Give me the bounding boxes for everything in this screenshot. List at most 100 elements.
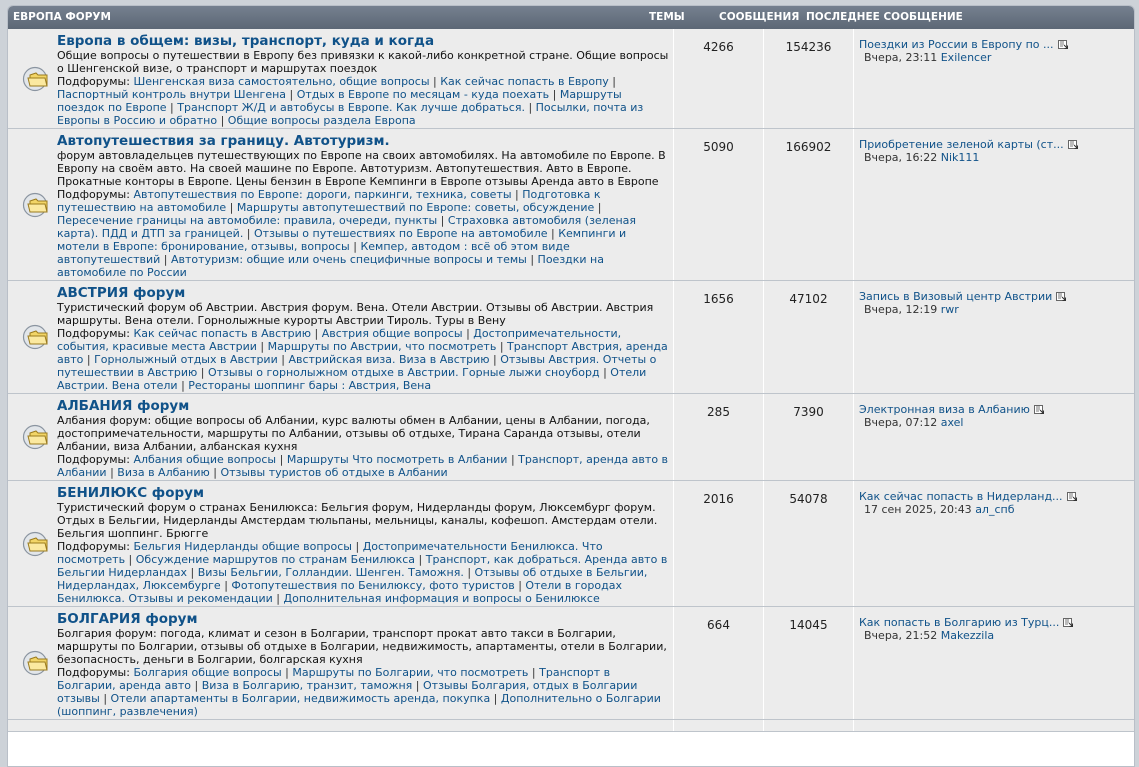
subforums-list: Подфорумы: Бельгия Нидерланды общие вопр… [57, 540, 669, 605]
subforum-link[interactable]: Автотуризм: общие или очень специфичные … [171, 253, 527, 266]
subforum-link[interactable]: Отзывы туристов об отдыхе в Албании [220, 466, 447, 479]
forum-row: Европа в общем: визы, транспорт, куда и … [8, 29, 1134, 129]
subforum-separator: | [311, 327, 322, 340]
forum-description: форум автовладельцев путешествующих по Е… [57, 149, 666, 188]
last-post-title-link[interactable]: Как попасть в Болгарию из Турц... [859, 616, 1059, 629]
subforum-link[interactable]: Дополнительная информация и вопросы о Бе… [284, 592, 600, 605]
subforum-link[interactable]: Как сейчас попасть в Европу [440, 75, 609, 88]
subforum-separator: | [514, 579, 526, 592]
forum-row: АЛБАНИЯ форум Албания форум: общие вопро… [8, 394, 1134, 481]
subforum-link[interactable]: Рестораны шоппинг бары : Австрия, Вена [188, 379, 431, 392]
topics-count-cell: 4266 [674, 29, 764, 128]
subforum-link[interactable]: Пересечение границы на автомобиле: прави… [57, 214, 437, 227]
posts-count: 7390 [793, 405, 824, 419]
last-post-author-link[interactable]: rwr [941, 303, 959, 316]
subforum-link[interactable]: Отзывы о горнолыжном отдыхе в Австрии. Г… [208, 366, 600, 379]
subforum-link[interactable]: Шенгенская виза самостоятельно, общие во… [133, 75, 429, 88]
subforum-link[interactable]: Болгария общие вопросы [133, 666, 281, 679]
subforums-label: Подфорумы: [57, 540, 130, 553]
goto-last-post-icon[interactable] [1063, 618, 1074, 627]
last-post-title-link[interactable]: Приобретение зеленой карты (ст... [859, 138, 1064, 151]
forum-info-cell: БЕНИЛЮКС форум Туристический форум о стр… [8, 481, 674, 606]
subforum-link[interactable]: Автопутешествия по Европе: дороги, парки… [133, 188, 511, 201]
subforum-separator: | [191, 679, 202, 692]
subforum-link[interactable]: Албания общие вопросы [133, 453, 276, 466]
subforum-separator: | [83, 353, 95, 366]
posts-count: 47102 [789, 292, 828, 306]
forum-title-link[interactable]: БОЛГАРИЯ форум [57, 612, 669, 627]
last-post-time: Вчера, 16:22 [864, 151, 938, 164]
forum-folder-icon [22, 650, 48, 676]
subforum-link[interactable]: Отзывы о путешествиях по Европе на автом… [254, 227, 547, 240]
subforum-separator: | [272, 592, 284, 605]
subforum-link[interactable]: Бельгия Нидерланды общие вопросы [133, 540, 352, 553]
subforum-link[interactable]: Общие вопросы раздела Европа [228, 114, 416, 127]
last-post-meta: Вчера, 16:22 Nik111 [859, 151, 1130, 165]
goto-last-post-icon[interactable] [1033, 405, 1044, 414]
subforum-link[interactable]: Визы Бельгии, Голландии. Шенген. Таможня… [198, 566, 464, 579]
subforum-link[interactable]: Виза в Болгарию, транзит, таможня [202, 679, 413, 692]
last-post-title-link[interactable]: Запись в Визовый центр Австрии [859, 290, 1052, 303]
subforum-link[interactable]: Как сейчас попасть в Австрию [133, 327, 311, 340]
subforum-link[interactable]: Обсуждение маршрутов по странам Бенилюкс… [136, 553, 415, 566]
subforum-link[interactable]: Фотопутешествия по Бенилюксу, фото турис… [231, 579, 514, 592]
subforum-link[interactable]: Виза в Албанию [117, 466, 209, 479]
last-post-author-link[interactable]: Exilencer [941, 51, 992, 64]
subforum-separator: | [125, 553, 136, 566]
subforum-separator: | [462, 327, 474, 340]
subforum-link[interactable]: Маршруты по Австрии, что посмотреть [268, 340, 497, 353]
last-post-author-link[interactable]: Makezzila [941, 629, 994, 642]
forum-title-link[interactable]: Европа в общем: визы, транспорт, куда и … [57, 34, 669, 49]
subforum-link[interactable]: Австрия общие вопросы [322, 327, 463, 340]
category-header: ЕВРОПА ФОРУМ ТЕМЫ СООБЩЕНИЯ ПОСЛЕДНЕЕ СО… [8, 6, 1134, 29]
category-title[interactable]: ЕВРОПА ФОРУМ [13, 6, 111, 29]
goto-last-post-icon[interactable] [1066, 492, 1077, 501]
subforum-link[interactable]: Маршруты Что посмотреть в Албании [287, 453, 508, 466]
forum-description: Туристический форум о странах Бенилюкса:… [57, 501, 658, 540]
posts-count: 14045 [789, 618, 828, 632]
last-post-cell [854, 720, 1134, 731]
subforum-link[interactable]: Горнолыжный отдых в Австрии [94, 353, 278, 366]
last-post-line: Как попасть в Болгарию из Турц... [859, 616, 1130, 629]
forum-info-cell [8, 720, 674, 731]
goto-last-post-icon[interactable] [1057, 40, 1068, 49]
posts-count-cell: 47102 [764, 281, 854, 393]
last-post-author-link[interactable]: ал_спб [975, 503, 1014, 516]
last-post-title-link[interactable]: Поездки из России в Европу по ... [859, 38, 1054, 51]
subforum-separator: | [166, 101, 178, 114]
subforum-link[interactable]: Транспорт Ж/Д и автобусы в Европе. Как л… [177, 101, 525, 114]
posts-count-cell: 14045 [764, 607, 854, 719]
last-post-author-link[interactable]: Nik111 [941, 151, 980, 164]
topics-count-cell: 285 [674, 394, 764, 480]
last-post-title-link[interactable]: Как сейчас попасть в Нидерланд... [859, 490, 1063, 503]
goto-last-post-icon[interactable] [1067, 140, 1078, 149]
forum-row: БЕНИЛЮКС форум Туристический форум о стр… [8, 481, 1134, 607]
topics-count-cell: 664 [674, 607, 764, 719]
forum-row: АВСТРИЯ форум Туристический форум об Авс… [8, 281, 1134, 394]
forum-title-link[interactable]: АЛБАНИЯ форум [57, 399, 669, 414]
last-post-time: Вчера, 21:52 [864, 629, 938, 642]
last-post-author-link[interactable]: axel [941, 416, 964, 429]
forum-row: Автопутешествия за границу. Автотуризм. … [8, 129, 1134, 281]
subforum-separator: | [209, 466, 221, 479]
forum-title-link[interactable]: АВСТРИЯ форум [57, 286, 669, 301]
subforum-link[interactable]: Австрийская виза. Виза в Австрию [288, 353, 489, 366]
goto-last-post-icon[interactable] [1056, 292, 1067, 301]
subforum-separator: | [276, 453, 287, 466]
last-post-time: 17 сен 2025, 20:43 [864, 503, 972, 516]
subforum-link[interactable]: Паспортный контроль внутри Шенгена [57, 88, 286, 101]
posts-count-cell: 154236 [764, 29, 854, 128]
subforum-link[interactable]: Маршруты автопутешествий по Европе: сове… [237, 201, 594, 214]
subforum-link[interactable]: Отели апартаменты в Болгарии, недвижимос… [111, 692, 491, 705]
subforums-label: Подфорумы: [57, 75, 130, 88]
last-post-meta: 17 сен 2025, 20:43 ал_спб [859, 503, 1130, 517]
forum-title-link[interactable]: Автопутешествия за границу. Автотуризм. [57, 134, 669, 149]
forum-title-link[interactable]: БЕНИЛЮКС форум [57, 486, 669, 501]
topics-count: 285 [707, 405, 730, 419]
subforum-link[interactable]: Маршруты по Болгарии, что посмотреть [292, 666, 528, 679]
subforums-label: Подфорумы: [57, 666, 130, 679]
subforum-link[interactable]: Отдых в Европе по месяцам - куда поехать [297, 88, 549, 101]
subforum-separator: | [490, 692, 501, 705]
last-post-title-link[interactable]: Электронная виза в Албанию [859, 403, 1030, 416]
forum-list: Европа в общем: визы, транспорт, куда и … [8, 29, 1134, 732]
